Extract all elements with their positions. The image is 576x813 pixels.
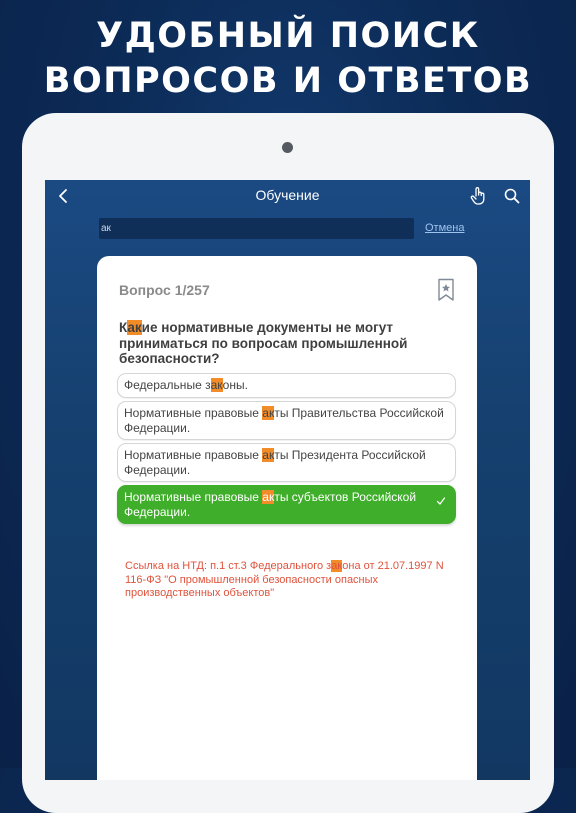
text-segment: Нормативные правовые [124, 406, 263, 420]
checkmark-icon [436, 497, 446, 505]
search-input[interactable] [99, 218, 399, 239]
app-screen: Обучение Отмена Вопрос 1/257 Какие норма… [45, 180, 530, 780]
question-card: Вопрос 1/257 Какие нормативные документы… [97, 256, 477, 780]
search-highlight: ак [210, 378, 223, 392]
hand-pointer-icon[interactable] [469, 186, 487, 206]
question-counter: Вопрос 1/257 [119, 282, 210, 298]
text-segment: Ссылка на НТД: п.1 ст.3 Федерального з [125, 560, 332, 572]
search-highlight: ак [127, 320, 142, 335]
nav-bar: Обучение [45, 180, 530, 212]
promo-title-line-2: ВОПРОСОВ И ОТВЕТОВ [43, 61, 533, 101]
search-bar [99, 218, 414, 239]
answer-option-4-correct[interactable]: Нормативные правовые акты субъектов Росс… [117, 485, 456, 524]
cancel-link[interactable]: Отмена [425, 222, 464, 234]
text-segment: Нормативные правовые [124, 448, 263, 462]
promo-title-line-1: УДОБНЫЙ ПОИСК [96, 16, 480, 56]
answer-option-2[interactable]: Нормативные правовые акты Правительства … [117, 401, 456, 440]
text-segment: Нормативные правовые [124, 490, 263, 504]
search-highlight: ак [331, 560, 343, 572]
camera-icon [282, 142, 293, 153]
reference-text: Ссылка на НТД: п.1 ст.3 Федерального зак… [125, 560, 445, 601]
answer-option-1[interactable]: Федеральные законы. [117, 373, 456, 398]
search-highlight: ак [262, 406, 275, 420]
text-segment: оны. [222, 378, 248, 392]
text-segment: ие нормативные документы не могут приним… [119, 320, 408, 366]
promo-title: УДОБНЫЙ ПОИСК ВОПРОСОВ И ОТВЕТОВ [0, 14, 576, 104]
search-icon[interactable] [503, 186, 521, 206]
bookmark-star-icon[interactable] [437, 278, 455, 302]
question-text: Какие нормативные документы не могут при… [119, 320, 449, 367]
search-highlight: ак [262, 448, 275, 462]
page-title: Обучение [255, 187, 320, 203]
answer-option-3[interactable]: Нормативные правовые акты Президента Рос… [117, 443, 456, 482]
text-segment: Федеральные з [124, 378, 211, 392]
search-highlight: ак [262, 490, 275, 504]
